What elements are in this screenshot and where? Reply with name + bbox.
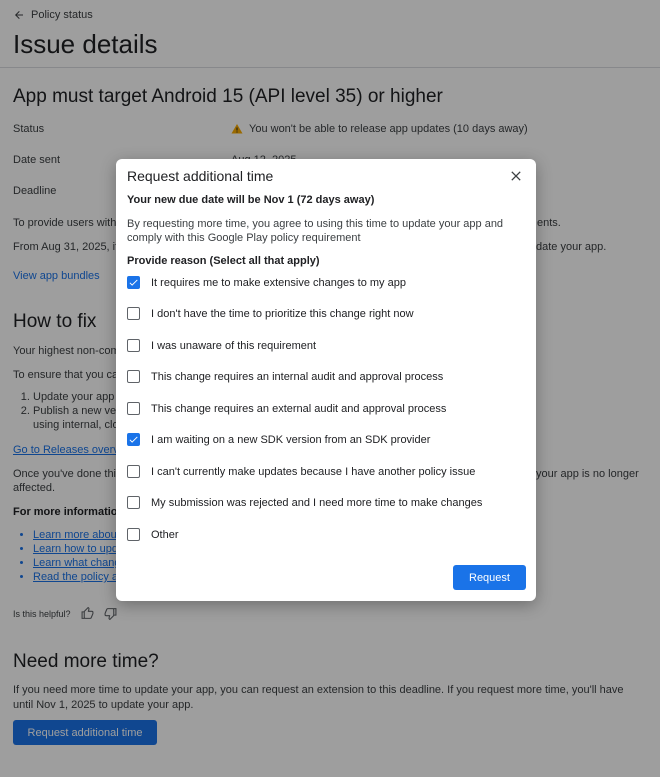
check-icon (129, 279, 138, 286)
reason-option[interactable]: My submission was rejected and I need mo… (127, 496, 482, 509)
checkbox-checked[interactable] (127, 433, 140, 446)
reason-option[interactable]: Other (127, 528, 179, 541)
checkbox-unchecked[interactable] (127, 307, 140, 320)
reason-option[interactable]: I was unaware of this requirement (127, 339, 316, 352)
reason-option[interactable]: I can't currently make updates because I… (127, 465, 475, 478)
reason-option-label: Other (151, 528, 179, 541)
request-time-dialog: Request additional time Your new due dat… (116, 159, 536, 601)
reason-option[interactable]: It requires me to make extensive changes… (127, 276, 406, 289)
reason-option-label: I can't currently make updates because I… (151, 465, 476, 478)
checkbox-unchecked[interactable] (127, 370, 140, 383)
request-button[interactable]: Request (453, 565, 526, 590)
reason-option[interactable]: This change requires an external audit a… (127, 402, 446, 415)
checkbox-unchecked[interactable] (127, 496, 140, 509)
checkbox-checked[interactable] (127, 276, 140, 289)
reason-option[interactable]: I don't have the time to prioritize this… (127, 307, 414, 320)
reason-option-label: This change requires an external audit a… (151, 402, 447, 415)
new-due-date: Your new due date will be Nov 1 (72 days… (127, 194, 375, 206)
checkbox-unchecked[interactable] (127, 402, 140, 415)
reason-option-label: It requires me to make extensive changes… (151, 276, 406, 289)
reason-option-label: My submission was rejected and I need mo… (151, 496, 483, 509)
reason-label: Provide reason (Select all that apply) (127, 255, 320, 267)
reason-option[interactable]: I am waiting on a new SDK version from a… (127, 433, 430, 446)
checkbox-unchecked[interactable] (127, 339, 140, 352)
dialog-description: By requesting more time, you agree to us… (127, 218, 504, 244)
checkbox-unchecked[interactable] (127, 528, 140, 541)
close-icon[interactable] (508, 168, 524, 184)
reason-option-label: I was unaware of this requirement (151, 339, 317, 352)
reason-option-label: I am waiting on a new SDK version from a… (151, 433, 431, 446)
check-icon (129, 436, 138, 443)
reason-option[interactable]: This change requires an internal audit a… (127, 370, 443, 383)
checkbox-unchecked[interactable] (127, 465, 140, 478)
reason-option-label: I don't have the time to prioritize this… (151, 307, 414, 320)
dialog-title: Request additional time (127, 168, 274, 184)
reason-option-label: This change requires an internal audit a… (151, 370, 444, 383)
